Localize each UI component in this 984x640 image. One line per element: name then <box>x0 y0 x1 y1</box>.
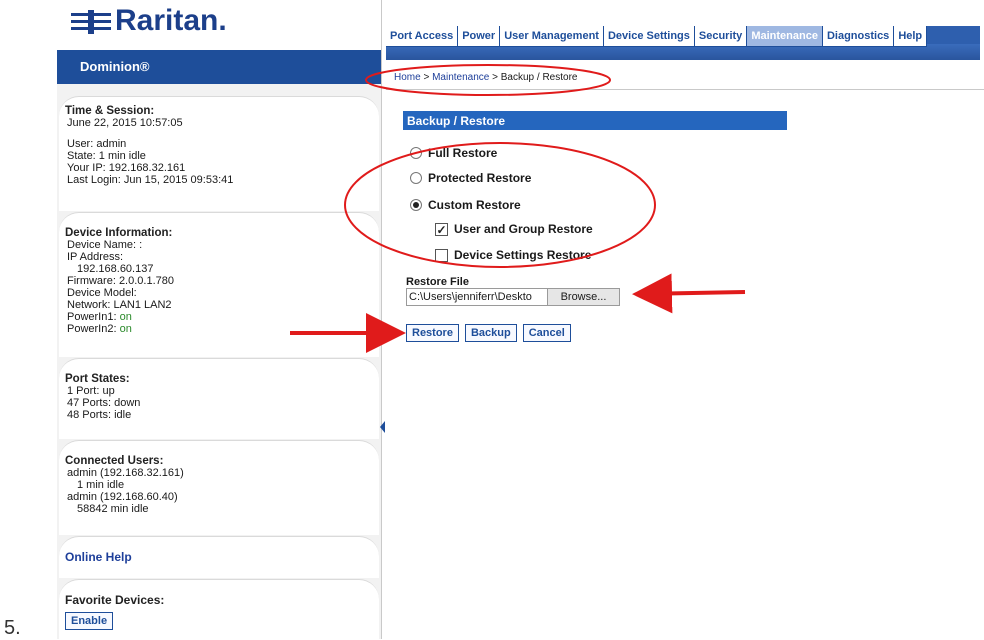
full-restore-radio[interactable] <box>410 147 422 159</box>
device-settings-restore-option[interactable]: Device Settings Restore <box>435 248 591 262</box>
favorite-devices-heading: Favorite Devices: <box>65 593 165 607</box>
device-info-panel: Device Information: Device Name: : IP Ad… <box>59 212 379 357</box>
cancel-button[interactable]: Cancel <box>522 324 571 342</box>
logo: Raritan. <box>57 0 381 50</box>
connected-users-panel: Connected Users: admin (192.168.32.161) … <box>59 440 379 535</box>
protected-restore-option[interactable]: Protected Restore <box>410 171 531 185</box>
power-in-1-value: on <box>119 311 132 323</box>
backup-button[interactable]: Backup <box>464 324 517 342</box>
tab-diagnostics[interactable]: Diagnostics <box>822 26 895 47</box>
tab-device-settings[interactable]: Device Settings <box>603 26 695 47</box>
port-state-down: 47 Ports: down <box>67 397 141 409</box>
custom-restore-option[interactable]: Custom Restore <box>410 198 521 212</box>
power-in-2-value: on <box>119 323 132 335</box>
sidebar: Raritan. Dominion® Time & Session: June … <box>57 0 382 639</box>
logo-text: Raritan. <box>115 4 227 37</box>
enable-favorites-button[interactable]: Enable <box>65 612 114 630</box>
port-states-heading: Port States: <box>65 373 130 385</box>
breadcrumb-maintenance[interactable]: Maintenance <box>432 72 489 83</box>
connected-user-2: admin (192.168.60.40) <box>67 491 178 503</box>
session-state: State: 1 min idle <box>67 150 146 162</box>
top-navigation: Port Access Power User Management Device… <box>386 26 980 60</box>
time-session-heading: Time & Session: <box>65 105 155 117</box>
port-state-idle: 48 Ports: idle <box>67 409 132 421</box>
full-restore-label: Full Restore <box>428 146 498 160</box>
product-name: Dominion® <box>57 50 381 84</box>
breadcrumb-separator-2: > <box>489 72 501 83</box>
raritan-logo-icon <box>71 10 111 34</box>
restore-file-input[interactable]: C:\Users\jenniferr\Deskto Browse... <box>406 288 620 306</box>
power-in-2-label: PowerIn2: <box>67 323 120 335</box>
session-ip: Your IP: 192.168.32.161 <box>67 162 186 174</box>
favorite-devices-panel: Favorite Devices: Enable <box>59 579 379 639</box>
device-info-heading: Device Information: <box>65 227 173 239</box>
nav-tabs: Port Access Power User Management Device… <box>386 26 928 47</box>
device-settings-restore-label: Device Settings Restore <box>454 248 592 262</box>
online-help-panel: Online Help <box>59 536 379 578</box>
firmware: Firmware: 2.0.0.1.780 <box>67 275 174 287</box>
session-last-login: Last Login: Jun 15, 2015 09:53:41 <box>67 174 234 186</box>
user-group-restore-option[interactable]: ✓ User and Group Restore <box>435 222 593 236</box>
tab-port-access[interactable]: Port Access <box>386 26 459 47</box>
step-number: 5. <box>4 617 21 639</box>
port-state-up: 1 Port: up <box>67 385 115 397</box>
port-states-panel: Port States: 1 Port: up 47 Ports: down 4… <box>59 358 379 439</box>
session-date: June 22, 2015 10:57:05 <box>67 117 183 129</box>
breadcrumb-separator-1: > <box>420 72 433 83</box>
custom-restore-label: Custom Restore <box>428 198 521 212</box>
device-settings-restore-checkbox[interactable] <box>435 248 448 262</box>
power-in-1: PowerIn1: on <box>65 311 379 323</box>
device-name: Device Name: : <box>67 239 143 251</box>
power-in-1-label: PowerIn1: <box>67 311 120 323</box>
breadcrumb-home[interactable]: Home <box>394 72 421 83</box>
tab-power[interactable]: Power <box>458 26 501 47</box>
tab-security[interactable]: Security <box>694 26 748 47</box>
action-buttons: Restore Backup Cancel <box>406 324 571 342</box>
user-group-restore-label: User and Group Restore <box>454 222 593 236</box>
collapse-sidebar-icon[interactable] <box>380 421 385 433</box>
restore-button[interactable]: Restore <box>406 324 459 342</box>
protected-restore-label: Protected Restore <box>428 171 532 185</box>
breadcrumb: Home > Maintenance > Backup / Restore <box>386 66 984 90</box>
protected-restore-radio[interactable] <box>410 172 422 184</box>
tab-user-management[interactable]: User Management <box>500 26 604 47</box>
user-group-restore-checkbox[interactable]: ✓ <box>435 222 448 236</box>
connected-user-2-idle: 58842 min idle <box>77 503 149 515</box>
ip-address-value: 192.168.60.137 <box>77 263 154 275</box>
restore-file-path[interactable]: C:\Users\jenniferr\Deskto <box>407 289 547 305</box>
restore-file-arrow <box>632 273 746 314</box>
restore-file-label: Restore File <box>406 276 469 288</box>
section-title: Backup / Restore <box>403 111 787 130</box>
tab-maintenance[interactable]: Maintenance <box>747 26 823 47</box>
custom-restore-radio[interactable] <box>410 199 422 211</box>
breadcrumb-current: Backup / Restore <box>500 72 578 83</box>
online-help-link[interactable]: Online Help <box>65 550 132 564</box>
power-in-2: PowerIn2: on <box>65 323 379 335</box>
connected-user-1: admin (192.168.32.161) <box>67 467 184 479</box>
connected-user-1-idle: 1 min idle <box>77 479 125 491</box>
network: Network: LAN1 LAN2 <box>67 299 172 311</box>
full-restore-option[interactable]: Full Restore <box>410 146 497 160</box>
device-model: Device Model: <box>67 287 137 299</box>
tab-help[interactable]: Help <box>894 26 928 47</box>
time-session-panel: Time & Session: June 22, 2015 10:57:05 U… <box>59 96 379 211</box>
ip-address-label: IP Address: <box>67 251 124 263</box>
browse-button[interactable]: Browse... <box>547 289 619 305</box>
connected-users-heading: Connected Users: <box>65 455 164 467</box>
session-user: User: admin <box>67 138 127 150</box>
